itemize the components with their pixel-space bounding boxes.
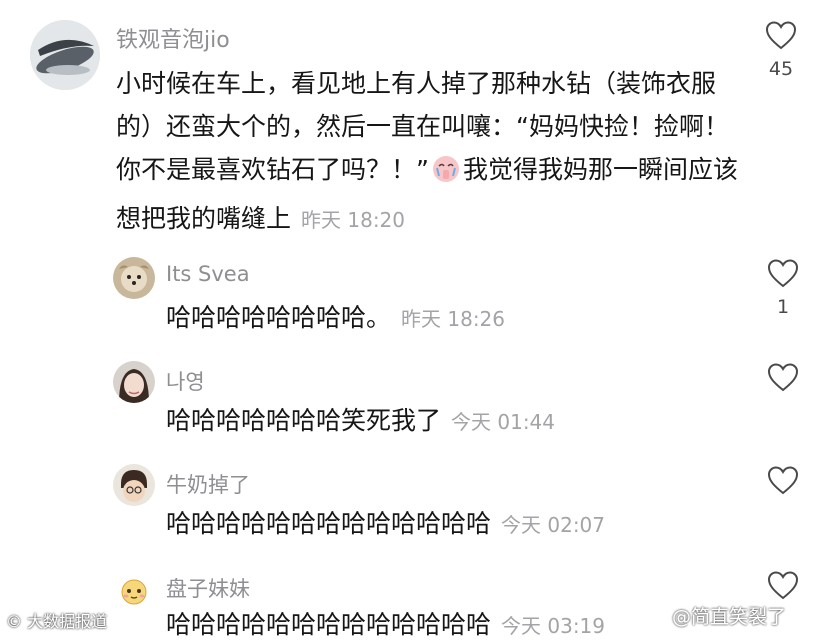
like-count: 45 [768,58,794,80]
heart-icon [767,259,799,288]
reply-time: 昨天 18:26 [401,307,506,331]
comment-text: 小时候在车上，看见地上有人掉了那种水钻（装饰衣服的）还蛮大个的，然后一直在叫嚷：… [116,62,744,242]
avatar[interactable] [113,361,155,403]
reply-text: 哈哈哈哈哈哈哈哈。 昨天 18:26 [166,301,505,336]
username[interactable]: Its Svea [166,262,250,286]
heart-icon [767,363,799,392]
like-count: 1 [776,296,790,318]
reply-text: 哈哈哈哈哈哈哈哈哈哈哈哈哈 今天 02:07 [166,507,605,542]
watermark-right: @简直笑裂了 [672,606,787,628]
comment-time: 昨天 18:20 [301,208,406,232]
watermark-left: © 大数据报道 [6,608,107,632]
heart-icon [767,466,799,495]
like-button[interactable] [758,362,808,400]
like-button[interactable]: 1 [758,258,808,318]
reply-text-content: 哈哈哈哈哈哈哈哈哈哈哈哈哈 [166,610,492,639]
avatar[interactable] [113,464,155,506]
reply-time: 今天 02:07 [501,513,606,537]
avatar[interactable] [113,257,155,299]
username[interactable]: 铁观音泡jio [116,22,230,54]
watermark-left-text: 大数据报道 [27,612,108,631]
heart-icon [765,21,797,50]
reply-time: 今天 03:19 [501,614,606,638]
crying-praying-emoji-icon [431,154,461,197]
reply-text: 哈哈哈哈哈哈哈笑死我了 今天 01:44 [166,404,555,439]
reply-text: 哈哈哈哈哈哈哈哈哈哈哈哈哈 今天 03:19 [166,608,605,643]
reply-text-content: 哈哈哈哈哈哈哈笑死我了 [166,406,442,435]
watermark-logo-icon: © [6,612,22,631]
avatar[interactable] [113,570,155,612]
avatar[interactable] [30,20,100,90]
username[interactable]: 牛奶掉了 [166,469,250,499]
reply-time: 今天 01:44 [451,410,556,434]
reply-text-content: 哈哈哈哈哈哈哈哈哈哈哈哈哈 [166,509,492,538]
heart-icon [767,571,799,600]
username[interactable]: 나영 [166,366,205,396]
username[interactable]: 盘子妹妹 [166,573,250,603]
reply-text-content: 哈哈哈哈哈哈哈哈。 [166,303,392,332]
like-button[interactable] [758,465,808,503]
like-button[interactable]: 45 [756,20,806,80]
